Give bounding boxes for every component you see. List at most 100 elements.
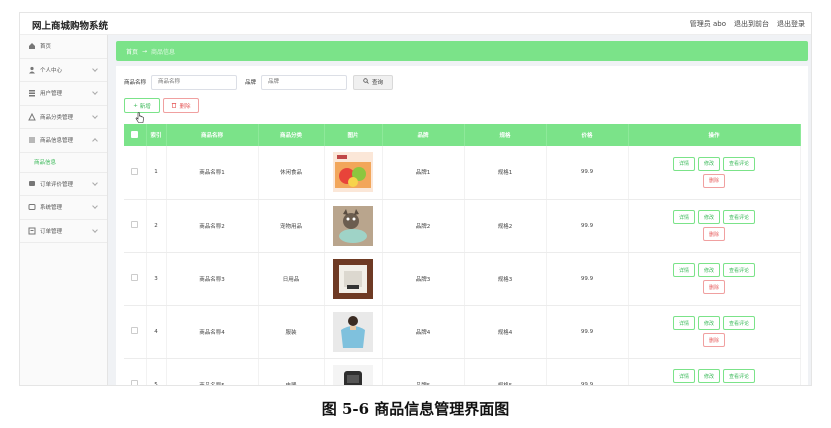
query-button-label: 查询 xyxy=(372,80,384,86)
row-index: 3 xyxy=(146,252,167,306)
row-checkbox[interactable] xyxy=(131,274,139,281)
product-name: 商品名称5 xyxy=(166,358,259,385)
users-icon xyxy=(28,89,36,97)
search-icon xyxy=(363,78,369,86)
product-table: 索引 商品名称 商品分类 图片 品牌 规格 价格 操作 1 商品名称1 休闲食品… xyxy=(124,124,801,385)
user-icon xyxy=(28,66,36,74)
sidebar-item-product-manage[interactable]: 商品信息管理 xyxy=(20,129,107,153)
row-delete-button[interactable]: 删除 xyxy=(702,227,725,241)
column-header: 价格 xyxy=(546,124,629,146)
table-row: 3 商品名称3 日用品 品牌3 规格3 99.9 详情 修改 查看评论 删除 xyxy=(124,252,801,306)
sidebar-item-category[interactable]: 商品分类管理 xyxy=(20,106,107,129)
system-icon xyxy=(28,203,36,211)
trash-icon xyxy=(171,102,177,110)
brand-input[interactable] xyxy=(261,74,348,90)
product-brand: 品牌4 xyxy=(382,305,465,359)
appliance-image xyxy=(333,364,373,385)
row-delete-button[interactable]: 删除 xyxy=(702,280,725,294)
row-index: 5 xyxy=(146,358,167,385)
product-category: 服装 xyxy=(258,305,325,359)
product-name: 商品名称3 xyxy=(166,252,259,306)
breadcrumb-arrow: → xyxy=(142,47,148,55)
row-delete-button[interactable]: 删除 xyxy=(702,333,725,347)
select-all-cell[interactable] xyxy=(124,124,147,146)
sidebar-item-label: 个人中心 xyxy=(40,67,63,74)
edit-button[interactable]: 修改 xyxy=(697,210,720,224)
product-spec: 规格1 xyxy=(464,146,547,200)
sidebar-item-label: 用户管理 xyxy=(40,91,63,98)
breadcrumb-home[interactable]: 首页 xyxy=(126,47,138,56)
column-header: 品牌 xyxy=(382,124,465,146)
product-brand: 品牌5 xyxy=(382,358,465,385)
product-name: 商品名称4 xyxy=(166,305,259,359)
edit-button[interactable]: 修改 xyxy=(697,316,720,330)
main-content: 首页 → 商品信息 商品名称 品牌 查询 + 新增 xyxy=(116,41,808,385)
row-operations: 详情 修改 查看评论 删除 xyxy=(664,263,764,294)
order-icon xyxy=(28,227,36,235)
detail-button[interactable]: 详情 xyxy=(672,369,695,383)
row-checkbox[interactable] xyxy=(131,327,139,334)
back-to-front-link[interactable]: 退出到前台 xyxy=(734,19,769,29)
view-reviews-button[interactable]: 查看评论 xyxy=(723,210,756,224)
view-reviews-button[interactable]: 查看评论 xyxy=(723,369,756,383)
select-all-checkbox[interactable] xyxy=(131,130,139,138)
sidebar: 首页 个人中心 用户管理 商品分类管理 商品信息管理 商品信息 订单评价管理 系… xyxy=(20,35,108,385)
sidebar-subitem-product-info[interactable]: 商品信息 xyxy=(20,152,107,173)
product-brand: 品牌2 xyxy=(382,199,465,253)
sidebar-item-orders[interactable]: 订单管理 xyxy=(20,220,107,243)
chevron-down-icon xyxy=(92,179,98,186)
detail-button[interactable]: 详情 xyxy=(672,156,695,171)
detail-button[interactable]: 详情 xyxy=(672,316,695,330)
sidebar-item-users[interactable]: 用户管理 xyxy=(20,82,107,106)
logout-link[interactable]: 退出登录 xyxy=(777,19,805,29)
hand-cursor-icon xyxy=(135,109,145,123)
table-header-row: 索引 商品名称 商品分类 图片 品牌 规格 价格 操作 xyxy=(124,124,801,146)
delete-button[interactable]: 删除 xyxy=(163,98,199,113)
edit-button[interactable]: 修改 xyxy=(697,263,720,277)
product-price: 99.9 xyxy=(546,358,629,385)
table-row: 5 商品名称5 电器 品牌5 规格5 99.9 详情 修改 查看评论 删除 xyxy=(124,358,801,385)
sidebar-item-label: 商品分类管理 xyxy=(40,114,74,121)
sidebar-item-system[interactable]: 系统管理 xyxy=(20,196,107,220)
sidebar-item-label: 系统管理 xyxy=(40,205,63,212)
pet-supplies-image xyxy=(333,205,373,246)
top-right-links: 管理员 abo 退出到前台 退出登录 xyxy=(690,19,805,29)
edit-button[interactable]: 修改 xyxy=(697,156,720,171)
detail-button[interactable]: 详情 xyxy=(672,210,695,224)
chevron-down-icon xyxy=(92,65,98,72)
sidebar-item-label: 首页 xyxy=(40,44,52,51)
product-name-input[interactable] xyxy=(151,74,238,90)
product-spec: 规格4 xyxy=(464,305,547,359)
row-operations: 详情 修改 查看评论 删除 xyxy=(664,210,764,241)
edit-button[interactable]: 修改 xyxy=(697,369,720,383)
detail-button[interactable]: 详情 xyxy=(672,263,695,277)
chevron-down-icon xyxy=(92,89,98,95)
product-brand: 品牌1 xyxy=(382,146,465,200)
sidebar-item-profile[interactable]: 个人中心 xyxy=(20,59,107,82)
daily-goods-image xyxy=(333,258,373,299)
row-checkbox[interactable] xyxy=(131,380,139,385)
sidebar-item-label: 商品信息 xyxy=(34,160,57,166)
figure-caption: 图 5-6 商品信息管理界面图 xyxy=(321,400,510,418)
product-price: 99.9 xyxy=(546,146,629,200)
category-icon xyxy=(28,112,36,121)
view-reviews-button[interactable]: 查看评论 xyxy=(723,156,756,171)
view-reviews-button[interactable]: 查看评论 xyxy=(723,263,756,277)
row-delete-button[interactable]: 删除 xyxy=(702,173,725,188)
chevron-up-icon xyxy=(92,138,98,144)
sidebar-item-reviews[interactable]: 订单评价管理 xyxy=(20,173,107,196)
row-checkbox[interactable] xyxy=(131,167,139,175)
chevron-down-icon xyxy=(92,203,98,209)
sidebar-item-home[interactable]: 首页 xyxy=(20,35,107,59)
view-reviews-button[interactable]: 查看评论 xyxy=(723,316,756,330)
review-icon xyxy=(28,180,36,188)
breadcrumb-current: 商品信息 xyxy=(151,48,176,56)
sidebar-item-label: 订单评价管理 xyxy=(40,181,74,188)
product-brand: 品牌3 xyxy=(382,252,465,306)
query-button[interactable]: 查询 xyxy=(353,74,394,90)
app-window: 网上商城购物系统 管理员 abo 退出到前台 退出登录 首页 个人中心 用户管理… xyxy=(19,12,812,386)
sidebar-item-label: 订单管理 xyxy=(40,228,63,235)
delete-button-label: 删除 xyxy=(179,103,191,110)
row-checkbox[interactable] xyxy=(131,221,139,228)
product-category: 休闲食品 xyxy=(258,146,325,200)
